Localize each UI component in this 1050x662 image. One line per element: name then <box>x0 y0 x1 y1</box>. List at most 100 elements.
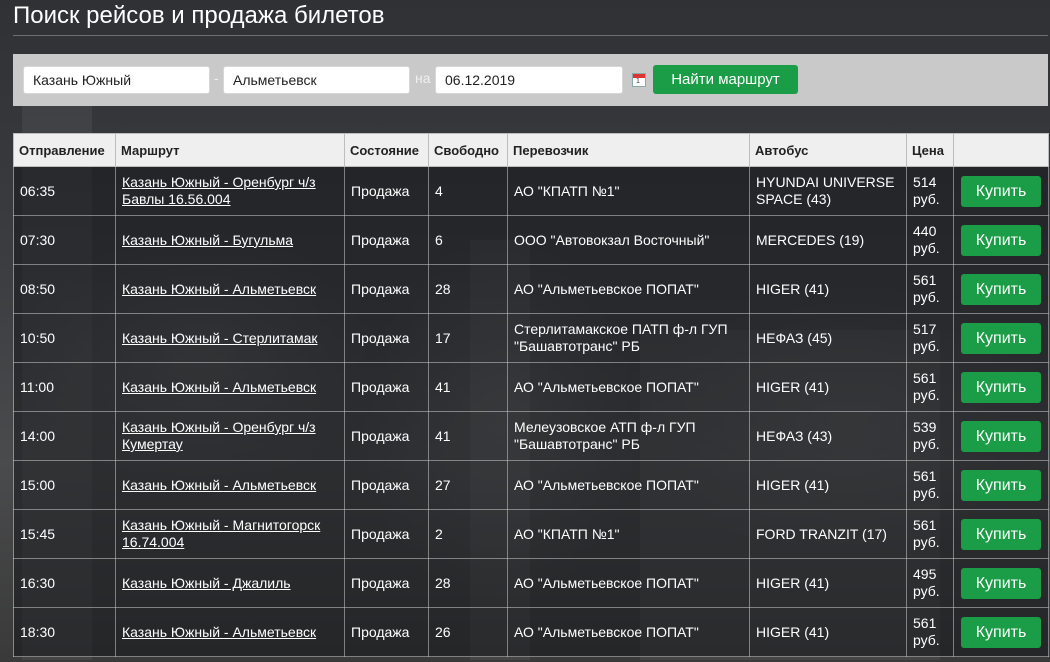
carrier-cell: АО "КПАТП №1" <box>507 509 750 559</box>
table-row: 15:00 Казань Южный - Альметьевск Продажа 27… <box>13 460 1049 510</box>
price-cell: 561 руб. <box>906 607 954 657</box>
status-cell: Продажа <box>344 362 429 412</box>
header-status[interactable]: Состояние <box>344 133 429 167</box>
buy-button[interactable]: Купить <box>961 175 1041 207</box>
table-row: 06:35 Казань Южный - Оренбург ч/з Бавлы 1… <box>13 166 1049 216</box>
route-link[interactable]: Казань Южный - Альметьевск <box>122 624 316 640</box>
table-row: 16:30 Казань Южный - Джалиль Продажа 28 АО "… <box>13 558 1049 608</box>
header-route[interactable]: Маршрут <box>115 133 345 167</box>
table-header-row: Отправление Маршрут Состояние Свободно П… <box>13 133 1049 167</box>
buy-button[interactable]: Купить <box>961 518 1041 550</box>
route-link[interactable]: Казань Южный - Оренбург ч/з Бавлы 16.56.… <box>122 174 316 207</box>
title-divider <box>13 35 1048 36</box>
calendar-icon-day: 1 <box>636 78 640 85</box>
buy-button[interactable]: Купить <box>961 273 1041 305</box>
departure-time: 10:50 <box>13 313 116 363</box>
buy-cell: Купить <box>953 411 1049 461</box>
status-cell: Продажа <box>344 215 429 265</box>
free-seats-cell: 28 <box>428 264 508 314</box>
carrier-cell: АО "КПАТП №1" <box>507 166 750 216</box>
bus-cell: FORD TRANZIT (17) <box>749 509 907 559</box>
header-free-seats[interactable]: Свободно <box>428 133 508 167</box>
header-action <box>953 133 1049 167</box>
price-cell: 517 руб. <box>906 313 954 363</box>
departure-time: 08:50 <box>13 264 116 314</box>
departure-time: 11:00 <box>13 362 116 412</box>
free-seats-cell: 2 <box>428 509 508 559</box>
free-seats-cell: 27 <box>428 460 508 510</box>
price-cell: 561 руб. <box>906 362 954 412</box>
buy-cell: Купить <box>953 509 1049 559</box>
header-bus[interactable]: Автобус <box>749 133 907 167</box>
route-link[interactable]: Казань Южный - Альметьевск <box>122 379 316 395</box>
status-cell: Продажа <box>344 166 429 216</box>
buy-button[interactable]: Купить <box>961 371 1041 403</box>
header-carrier[interactable]: Перевозчик <box>507 133 750 167</box>
buy-cell: Купить <box>953 166 1049 216</box>
buy-cell: Купить <box>953 607 1049 657</box>
bus-cell: HIGER (41) <box>749 460 907 510</box>
departure-time: 07:30 <box>13 215 116 265</box>
buy-button[interactable]: Купить <box>961 322 1041 354</box>
buy-button[interactable]: Купить <box>961 420 1041 452</box>
table-row: 14:00 Казань Южный - Оренбург ч/з Кумерта… <box>13 411 1049 461</box>
route-cell: Казань Южный - Альметьевск <box>115 264 345 314</box>
route-cell: Казань Южный - Оренбург ч/з Кумертау <box>115 411 345 461</box>
route-link[interactable]: Казань Южный - Магнитогорск 16.74.004 <box>122 517 320 550</box>
departure-time: 14:00 <box>13 411 116 461</box>
status-cell: Продажа <box>344 558 429 608</box>
departure-field[interactable]: Казань Южный <box>23 66 210 94</box>
date-field[interactable]: 06.12.2019 <box>435 66 623 94</box>
bus-cell: MERCEDES (19) <box>749 215 907 265</box>
buy-cell: Купить <box>953 558 1049 608</box>
header-price[interactable]: Цена <box>906 133 954 167</box>
free-seats-cell: 28 <box>428 558 508 608</box>
route-cell: Казань Южный - Альметьевск <box>115 460 345 510</box>
route-link[interactable]: Казань Южный - Альметьевск <box>122 477 316 493</box>
destination-field[interactable]: Альметьевск <box>223 66 410 94</box>
route-cell: Казань Южный - Альметьевск <box>115 607 345 657</box>
buy-button[interactable]: Купить <box>961 567 1041 599</box>
route-cell: Казань Южный - Бугульма <box>115 215 345 265</box>
price-cell: 539 руб. <box>906 411 954 461</box>
table-row: 18:30 Казань Южный - Альметьевск Продажа 26… <box>13 607 1049 657</box>
bus-cell: HIGER (41) <box>749 607 907 657</box>
status-cell: Продажа <box>344 264 429 314</box>
status-cell: Продажа <box>344 411 429 461</box>
table-row: 11:00 Казань Южный - Альметьевск Продажа 41… <box>13 362 1049 412</box>
route-link[interactable]: Казань Южный - Стерлитамак <box>122 330 318 346</box>
route-cell: Казань Южный - Джалиль <box>115 558 345 608</box>
table-row: 08:50 Казань Южный - Альметьевск Продажа 28… <box>13 264 1049 314</box>
departure-time: 18:30 <box>13 607 116 657</box>
route-separator: - <box>214 70 219 86</box>
carrier-cell: АО "Альметьевское ПОПАТ" <box>507 460 750 510</box>
table-row: 07:30 Казань Южный - Бугульма Продажа 6 ООО … <box>13 215 1049 265</box>
table-row: 10:50 Казань Южный - Стерлитамак Продажа 17… <box>13 313 1049 363</box>
free-seats-cell: 41 <box>428 411 508 461</box>
buy-button[interactable]: Купить <box>961 469 1041 501</box>
date-prefix-label: на <box>415 70 431 86</box>
route-link[interactable]: Казань Южный - Оренбург ч/з Кумертау <box>122 419 316 452</box>
buy-button[interactable]: Купить <box>961 616 1041 648</box>
carrier-cell: ООО "Автовокзал Восточный" <box>507 215 750 265</box>
bus-cell: HIGER (41) <box>749 362 907 412</box>
bus-cell: HIGER (41) <box>749 264 907 314</box>
results-table: Отправление Маршрут Состояние Свободно П… <box>13 133 1049 657</box>
departure-time: 06:35 <box>13 166 116 216</box>
find-route-button[interactable]: Найти маршрут <box>653 65 798 94</box>
route-cell: Казань Южный - Оренбург ч/з Бавлы 16.56.… <box>115 166 345 216</box>
calendar-icon[interactable]: 1 <box>632 73 646 87</box>
buy-cell: Купить <box>953 215 1049 265</box>
carrier-cell: Стерлитамакское ПАТП ф-л ГУП "Башавтотра… <box>507 313 750 363</box>
price-cell: 495 руб. <box>906 558 954 608</box>
price-cell: 514 руб. <box>906 166 954 216</box>
route-link[interactable]: Казань Южный - Альметьевск <box>122 281 316 297</box>
route-link[interactable]: Казань Южный - Бугульма <box>122 232 293 248</box>
carrier-cell: Мелеузовское АТП ф-л ГУП "Башавтотранс" … <box>507 411 750 461</box>
route-link[interactable]: Казань Южный - Джалиль <box>122 575 291 591</box>
bus-cell: HIGER (41) <box>749 558 907 608</box>
price-cell: 561 руб. <box>906 509 954 559</box>
free-seats-cell: 4 <box>428 166 508 216</box>
buy-button[interactable]: Купить <box>961 224 1041 256</box>
header-departure[interactable]: Отправление <box>13 133 116 167</box>
